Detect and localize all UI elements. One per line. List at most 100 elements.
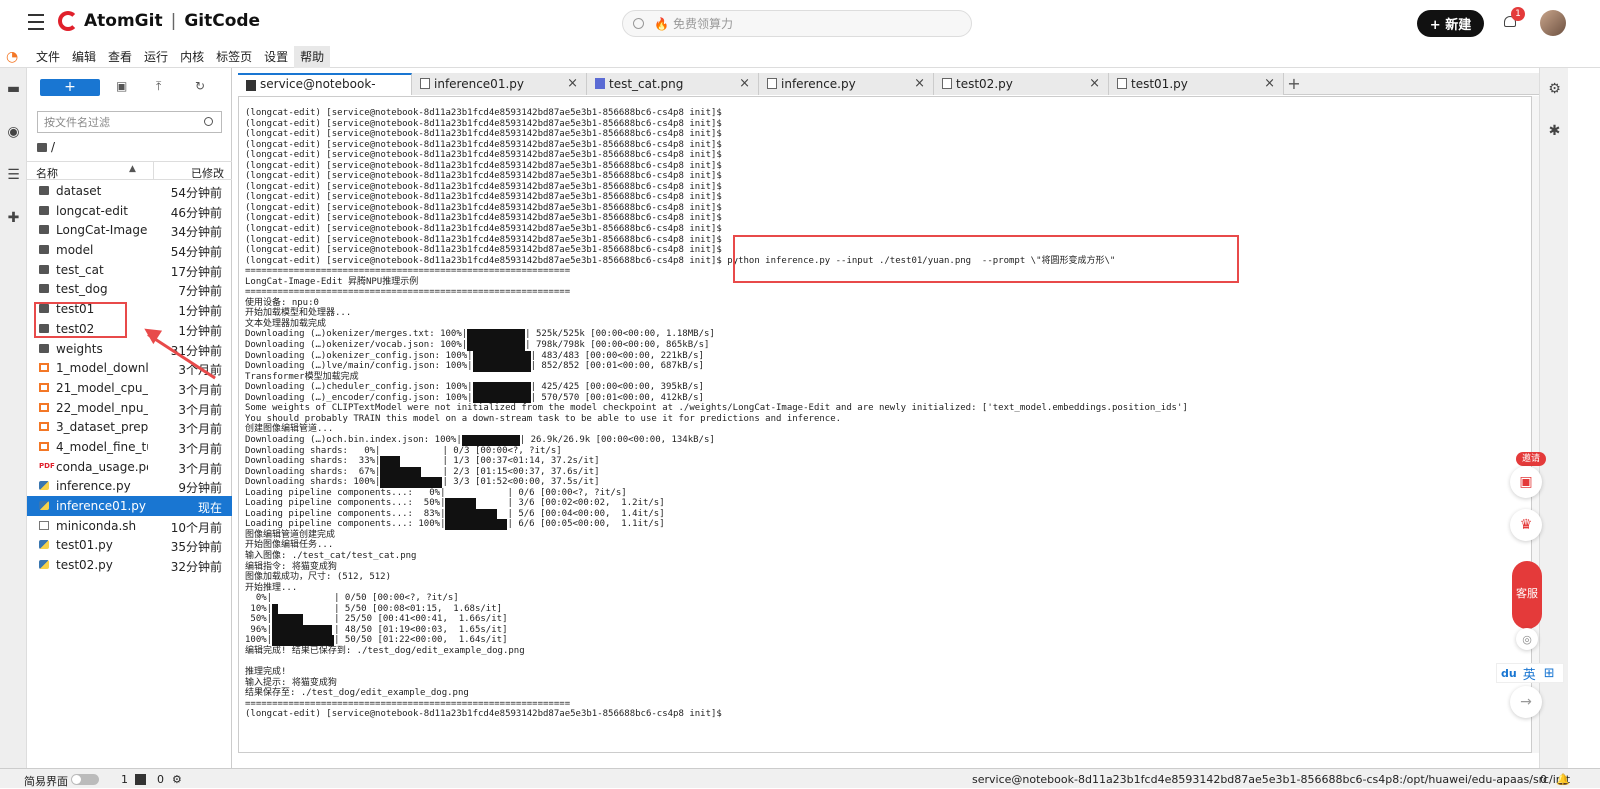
progress-bar <box>472 392 531 404</box>
ime-toolbar[interactable]: du 英 ⊞ <box>1496 663 1564 683</box>
new-launcher-button[interactable]: + <box>40 79 100 96</box>
history-icon[interactable]: ◎ <box>1516 628 1538 650</box>
file-row[interactable]: 4_model_fine_tu... 3个月前 <box>27 437 232 457</box>
file-row[interactable]: inference01.py 现在 <box>27 496 232 516</box>
scrollbar[interactable] <box>1532 96 1539 753</box>
file-row[interactable]: model 54分钟前 <box>27 240 232 260</box>
new-tab-button[interactable]: + <box>1284 73 1304 95</box>
extension-icon[interactable]: ✚ <box>6 211 21 226</box>
tab-4[interactable]: test02.py × <box>934 73 1109 95</box>
bell-icon[interactable]: 🔔 <box>1556 773 1570 786</box>
menu-file[interactable]: 文件 <box>30 46 66 68</box>
toc-icon[interactable]: ☰ <box>6 168 21 183</box>
terminal-text: | 798k/798k [00:00<00:00, 865kB/s] <box>525 340 710 351</box>
refresh-icon[interactable]: ↻ <box>195 79 205 93</box>
running-icon[interactable]: ◉ <box>6 125 21 140</box>
file-modified: 35分钟前 <box>170 540 222 555</box>
terminal-line: (longcat-edit) [service@notebook-8d11a23… <box>245 192 1525 203</box>
menu-settings[interactable]: 设置 <box>258 46 294 68</box>
file-row[interactable]: test_dog 7分钟前 <box>27 279 232 299</box>
arrow-right-icon[interactable]: → <box>1510 686 1542 718</box>
folder-icon[interactable]: ▬ <box>6 82 21 97</box>
file-modified: 7分钟前 <box>178 284 222 299</box>
menu-help[interactable]: 帮助 <box>294 46 331 68</box>
file-row[interactable]: PDF conda_usage.pdf 3个月前 <box>27 457 232 477</box>
close-icon[interactable]: × <box>1264 73 1275 95</box>
terminal-text: | 5/50 [00:08<01:15, 1.68s/it] <box>334 603 503 614</box>
atomgit-logo-icon <box>58 11 78 31</box>
ime-lang[interactable]: 英 <box>1523 664 1536 683</box>
invite-badge[interactable]: 邀请 <box>1516 452 1546 466</box>
terminal-line: 编辑指令: 将猫变成狗 <box>245 562 1525 573</box>
terminal-line: 100%| | 50/50 [01:22<00:00, 1.64s/it] <box>245 635 1525 646</box>
close-icon[interactable]: × <box>1089 73 1100 95</box>
file-row[interactable]: test_cat 17分钟前 <box>27 260 232 280</box>
customer-service-button[interactable]: 客服 <box>1512 561 1542 629</box>
terminal-line: Downloading (…)okenizer/merges.txt: 100%… <box>245 329 1525 341</box>
property-inspector-icon[interactable]: ⚙ <box>1547 82 1562 97</box>
kernel-count[interactable]: 1 <box>121 773 128 786</box>
tab-0[interactable]: service@notebook-8d11a <box>238 73 412 110</box>
upload-icon[interactable]: ⤒ <box>156 79 161 94</box>
file-row[interactable]: dataset 54分钟前 <box>27 181 232 201</box>
doc-icon <box>942 78 952 89</box>
file-name: miniconda.sh <box>56 518 137 533</box>
tab-5[interactable]: test01.py × <box>1109 73 1284 95</box>
gear-icon[interactable]: ⚙ <box>172 773 182 786</box>
notification-count[interactable]: 0 <box>1540 773 1547 786</box>
menu-run[interactable]: 运行 <box>138 46 174 68</box>
tab-1[interactable]: inference01.py × <box>412 73 587 95</box>
terminal-text: (longcat-edit) [service@notebook-8d11a23… <box>245 181 722 192</box>
new-folder-icon[interactable]: ▣ <box>116 79 127 93</box>
column-name[interactable]: 名称 <box>36 165 58 181</box>
menu-list: 文件 编辑 查看 运行 内核 标签页 设置 帮助 <box>30 46 331 68</box>
simple-mode-toggle[interactable] <box>71 774 99 785</box>
tab-3[interactable]: inference.py × <box>759 73 934 95</box>
file-row[interactable]: 21_model_cpu_i... 3个月前 <box>27 378 232 398</box>
new-button[interactable]: + 新建 <box>1417 10 1484 37</box>
logo[interactable]: AtomGit | GitCode <box>58 11 260 31</box>
file-row[interactable]: test02.py 32分钟前 <box>27 555 232 575</box>
close-icon[interactable]: × <box>739 73 750 95</box>
debugger-icon[interactable]: ✱ <box>1547 124 1562 139</box>
file-row[interactable]: 22_model_npu_i... 3个月前 <box>27 398 232 418</box>
file-row[interactable]: 3_dataset_prepa... 3个月前 <box>27 417 232 437</box>
avatar[interactable] <box>1540 10 1566 36</box>
terminal-text: (longcat-edit) [service@notebook-8d11a23… <box>245 171 722 182</box>
terminal-text: Some weights of CLIPTextModel were not i… <box>245 403 1188 414</box>
terminal[interactable]: (longcat-edit) [service@notebook-8d11a23… <box>238 96 1532 753</box>
progress-bar <box>272 603 279 615</box>
sort-up-icon[interactable]: ▲ <box>129 164 136 174</box>
top-bar: AtomGit | GitCode 🔥 免费领算力 + 新建 1 <box>0 0 1600 46</box>
terminal-count[interactable]: 0 <box>157 773 164 786</box>
column-modified[interactable]: 已修改 <box>191 165 224 181</box>
file-row[interactable]: LongCat-Image 34分钟前 <box>27 220 232 240</box>
ime-grid-icon[interactable]: ⊞ <box>1544 666 1555 681</box>
file-filter-input[interactable]: 按文件名过滤 <box>37 111 222 133</box>
close-icon[interactable]: × <box>914 73 925 95</box>
tab-2[interactable]: test_cat.png × <box>587 73 759 95</box>
menu-edit[interactable]: 编辑 <box>66 46 102 68</box>
brand-atomgit: AtomGit <box>84 11 163 31</box>
terminal-text: | 0/6 [00:00<?, ?it/s] <box>507 487 627 498</box>
file-row[interactable]: test01.py 35分钟前 <box>27 535 232 555</box>
fire-icon: 🔥 <box>654 16 669 31</box>
close-icon[interactable]: × <box>567 73 578 95</box>
pdf-icon: PDF <box>39 461 55 470</box>
file-row[interactable]: longcat-edit 46分钟前 <box>27 201 232 221</box>
menu-icon[interactable] <box>28 14 44 30</box>
file-row[interactable]: weights 31分钟前 <box>27 339 232 359</box>
breadcrumb[interactable]: / <box>37 140 55 154</box>
menu-tabs[interactable]: 标签页 <box>210 46 258 68</box>
highlight-box-command <box>733 235 1239 283</box>
file-row[interactable]: inference.py 9分钟前 <box>27 476 232 496</box>
terminal-line: Downloading shards: 100%| | 3/3 [01:52<00… <box>245 477 1525 488</box>
menu-kernel[interactable]: 内核 <box>174 46 210 68</box>
menu-view[interactable]: 查看 <box>102 46 138 68</box>
gift-icon[interactable]: ▣ <box>1510 466 1542 498</box>
file-row[interactable]: miniconda.sh 10个月前 <box>27 516 232 536</box>
trophy-icon[interactable]: ♛ <box>1510 509 1542 541</box>
file-name: 22_model_npu_i... <box>56 400 148 415</box>
folder-icon <box>39 284 49 294</box>
search-input[interactable]: 🔥 免费领算力 <box>622 10 972 37</box>
